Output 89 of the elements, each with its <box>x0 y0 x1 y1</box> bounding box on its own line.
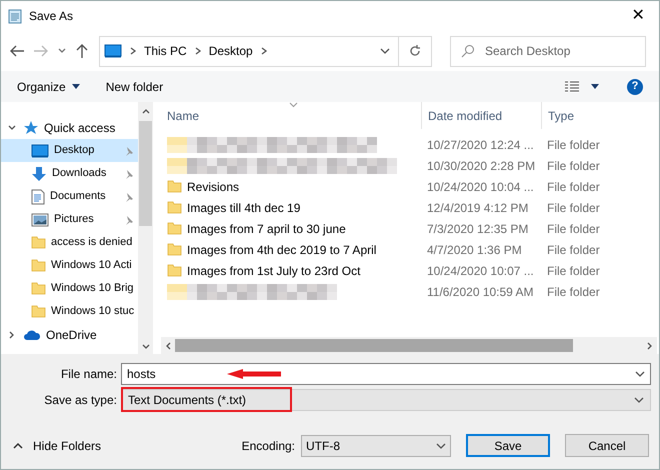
save-button[interactable]: Save <box>466 434 550 457</box>
file-name[interactable]: Images till 4th dec 19 <box>187 198 300 216</box>
save-as-type-label: Save as type: <box>43 392 118 409</box>
date-cell-text: 10/30/2020 2:28 PM <box>426 158 536 174</box>
view-options-button[interactable] <box>565 80 599 92</box>
chevron-up-icon <box>13 442 23 450</box>
folder-icon <box>31 258 46 273</box>
type-cell-text: File folder <box>546 284 601 300</box>
dropdown-caret-icon <box>591 84 599 89</box>
computer-icon <box>104 44 122 58</box>
up-button[interactable] <box>75 43 89 59</box>
cancel-button[interactable]: Cancel <box>565 434 649 457</box>
breadcrumb-item[interactable]: This PC <box>144 42 187 60</box>
picture-icon <box>31 212 49 226</box>
date-cell-text: 10/27/2020 12:24 ... <box>426 136 535 154</box>
hide-folders-button[interactable]: Hide Folders <box>13 436 102 454</box>
date-cell-text: 12/4/2019 4:12 PM <box>426 200 530 216</box>
column-header[interactable]: Date modified <box>421 102 541 129</box>
vertical-scrollbar[interactable] <box>138 102 153 354</box>
document-icon <box>31 188 45 204</box>
new-folder-button[interactable]: New folder <box>106 78 164 96</box>
download-arrow-icon <box>31 166 47 182</box>
notepad-icon <box>7 8 23 24</box>
file-name[interactable]: Revisions <box>187 178 240 196</box>
chevron-down-icon <box>635 369 645 379</box>
sidebar-item[interactable]: access is denied <box>1 231 138 254</box>
chevron-down-icon <box>634 395 644 405</box>
search-input[interactable]: Search Desktop <box>485 42 625 60</box>
type-cell-text: File folder <box>546 178 601 196</box>
column-header[interactable]: Type <box>541 102 659 129</box>
folder-icon <box>167 263 182 278</box>
monitor-icon <box>31 144 49 158</box>
annotation-arrow <box>227 369 281 379</box>
chevron-down-icon <box>436 440 446 450</box>
save-as-type-dropdown[interactable]: Text Documents (*.txt) <box>121 389 651 411</box>
sidebar-item[interactable]: Documents <box>1 185 138 208</box>
folder-icon <box>31 235 46 250</box>
sidebar-item[interactable]: Quick access <box>1 116 138 139</box>
refresh-icon <box>408 44 422 58</box>
date-cell-text: 10/24/2020 10:04 ... <box>426 178 535 196</box>
encoding-dropdown[interactable]: UTF-8 <box>301 434 451 456</box>
close-button[interactable]: ✕ <box>623 3 653 29</box>
date-cell-text: 11/6/2020 10:59 AM <box>426 284 535 300</box>
chevron-down-icon[interactable] <box>380 46 390 56</box>
file-name-combo-box[interactable]: hosts <box>121 363 651 385</box>
window-title: Save As <box>29 8 74 25</box>
type-cell-text: File folder <box>546 200 601 216</box>
search-box[interactable]: Search Desktop <box>450 36 646 66</box>
sidebar-item[interactable]: Windows 10 Acti <box>1 254 138 277</box>
file-name[interactable]: Images from 4th dec 2019 to 7 April <box>187 240 376 258</box>
file-name[interactable]: Images from 1st July to 23rd Oct <box>187 262 360 280</box>
date-cell-text: 7/3/2020 12:35 PM <box>426 220 530 238</box>
breadcrumb-chevron-icon <box>128 46 138 56</box>
dropdown-caret-icon <box>72 84 80 89</box>
folder-icon <box>167 242 182 257</box>
encoding-label: Encoding: <box>242 438 295 454</box>
sidebar-item[interactable]: Windows 10 Brig <box>1 277 138 300</box>
horizontal-scrollbar[interactable] <box>161 337 657 354</box>
details-view-icon <box>565 80 579 92</box>
sidebar-item[interactable]: Pictures <box>1 208 138 231</box>
type-cell-text: File folder <box>546 242 601 258</box>
sidebar-item[interactable]: Windows 10 stuc <box>1 300 138 323</box>
address-bar[interactable]: This PC Desktop <box>99 36 432 66</box>
folder-icon <box>167 200 182 215</box>
type-cell-text: File folder <box>546 220 601 238</box>
file-name-input[interactable]: hosts <box>127 365 635 383</box>
sort-chevron-icon <box>289 102 298 108</box>
cloud-icon <box>23 328 41 340</box>
back-button[interactable] <box>9 44 25 58</box>
star-icon <box>23 120 39 136</box>
type-cell-text: File folder <box>546 262 601 280</box>
help-button[interactable]: ? <box>627 78 643 94</box>
type-cell-text: File folder <box>546 158 601 174</box>
folder-icon <box>167 179 182 194</box>
organize-button[interactable]: Organize <box>17 78 80 96</box>
sidebar-item[interactable]: Desktop <box>1 139 138 162</box>
search-icon <box>461 44 475 58</box>
column-header[interactable]: Name <box>161 102 421 129</box>
date-cell-text: 10/24/2020 10:07 ... <box>426 262 535 280</box>
breadcrumb-item[interactable]: Desktop <box>208 42 253 60</box>
type-cell-text: File folder <box>546 136 601 154</box>
sidebar-item[interactable]: OneDrive <box>1 323 138 346</box>
date-cell-text: 4/7/2020 1:36 PM <box>426 242 523 258</box>
file-name[interactable]: Images from 7 april to 30 june <box>187 220 346 238</box>
file-name-label: File name: <box>60 366 118 383</box>
folder-icon <box>167 221 182 236</box>
folder-icon <box>31 304 46 319</box>
sidebar-item[interactable]: Downloads <box>1 162 138 185</box>
folder-icon <box>31 281 46 296</box>
